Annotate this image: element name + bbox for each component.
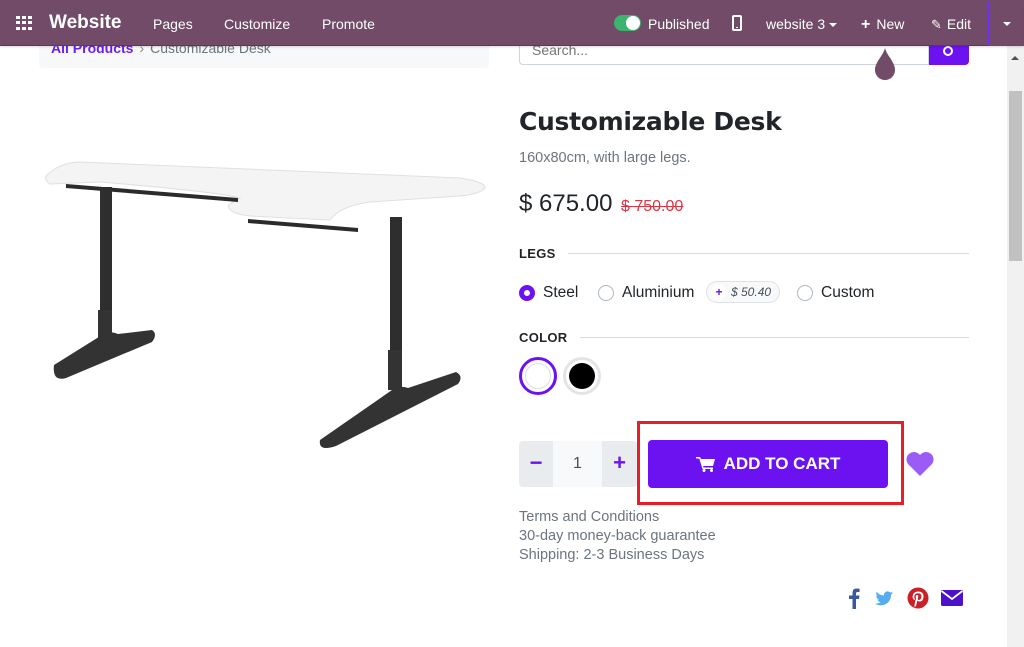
legs-option-aluminium[interactable]: Aluminium — [598, 284, 694, 302]
radio-checked-icon[interactable] — [519, 285, 535, 301]
quantity-stepper: − + — [519, 441, 637, 487]
published-label[interactable]: Published — [648, 16, 710, 32]
wishlist-heart-icon[interactable] — [905, 451, 935, 477]
legs-option-custom[interactable]: Custom — [797, 284, 874, 302]
radio-unchecked-icon[interactable] — [598, 285, 614, 301]
twitter-icon[interactable] — [874, 587, 894, 609]
scrollbar-thumb[interactable] — [1009, 91, 1022, 261]
nav-customize[interactable]: Customize — [224, 16, 290, 32]
pinterest-icon[interactable] — [907, 587, 929, 609]
nav-promote[interactable]: Promote — [322, 16, 375, 32]
new-button[interactable]: + New — [861, 16, 904, 34]
scroll-up-arrow-icon[interactable] — [1011, 56, 1019, 60]
color-attribute-label: COLOR — [519, 330, 568, 345]
edit-button-label: Edit — [946, 16, 972, 32]
navbar-brand[interactable]: Website — [49, 12, 122, 34]
legs-option-label: Custom — [821, 284, 875, 301]
chevron-down-icon — [829, 23, 838, 28]
mobile-preview-icon[interactable] — [732, 15, 742, 31]
quantity-input[interactable] — [553, 441, 602, 487]
new-button-label: New — [876, 16, 905, 32]
money-back-guarantee-text: 30-day money-back guarantee — [519, 528, 716, 544]
page-scrollbar[interactable] — [1007, 46, 1024, 647]
quantity-increase-button[interactable]: + — [602, 441, 637, 487]
legs-attribute-label: LEGS — [519, 246, 556, 261]
extra-price-value: $ 50.40 — [731, 285, 772, 299]
add-to-cart-button[interactable]: ADD TO CART — [648, 440, 888, 488]
color-swatch-white[interactable] — [519, 357, 557, 395]
product-price: $ 675.00 — [519, 190, 613, 217]
product-subtitle: 160x80cm, with large legs. — [519, 150, 691, 166]
plus-icon: + — [711, 284, 727, 300]
color-swatch-black[interactable] — [563, 357, 601, 395]
published-toggle[interactable] — [614, 15, 641, 31]
swatch-fill — [569, 363, 595, 389]
swatch-fill — [525, 363, 551, 389]
apps-grid-icon[interactable] — [16, 16, 32, 30]
facebook-icon[interactable] — [848, 587, 860, 609]
legs-divider — [568, 253, 969, 254]
terms-and-conditions-link[interactable]: Terms and Conditions — [519, 509, 659, 525]
website-switcher-label: website 3 — [766, 16, 826, 32]
plus-icon: + — [861, 16, 871, 33]
product-title: Customizable Desk — [519, 107, 782, 136]
nav-pages[interactable]: Pages — [153, 16, 193, 32]
email-icon[interactable] — [940, 587, 964, 609]
shopping-cart-icon — [695, 457, 715, 472]
chevron-down-icon — [1003, 22, 1011, 26]
radio-unchecked-icon[interactable] — [797, 285, 813, 301]
search-icon — [943, 46, 953, 56]
website-switcher[interactable]: website 3 — [766, 16, 838, 32]
color-divider — [580, 337, 969, 338]
legs-option-label: Steel — [543, 284, 579, 301]
pencil-icon: ✎ — [931, 17, 942, 32]
aluminium-extra-price-badge: + $ 50.40 — [706, 281, 781, 303]
quantity-decrease-button[interactable]: − — [519, 441, 553, 487]
product-old-price: $ 750.00 — [621, 198, 684, 215]
legs-option-label: Aluminium — [622, 284, 695, 301]
product-image[interactable] — [40, 150, 490, 450]
shipping-info-text: Shipping: 2-3 Business Days — [519, 547, 705, 563]
legs-option-steel[interactable]: Steel — [519, 284, 578, 302]
navbar-dropdown-toggle[interactable] — [988, 1, 1024, 46]
add-to-cart-label: ADD TO CART — [723, 454, 841, 473]
edit-button[interactable]: ✎ Edit — [931, 16, 971, 33]
website-admin-navbar: Website Pages Customize Promote Publishe… — [0, 0, 1024, 46]
drop-indicator-icon — [875, 48, 895, 80]
